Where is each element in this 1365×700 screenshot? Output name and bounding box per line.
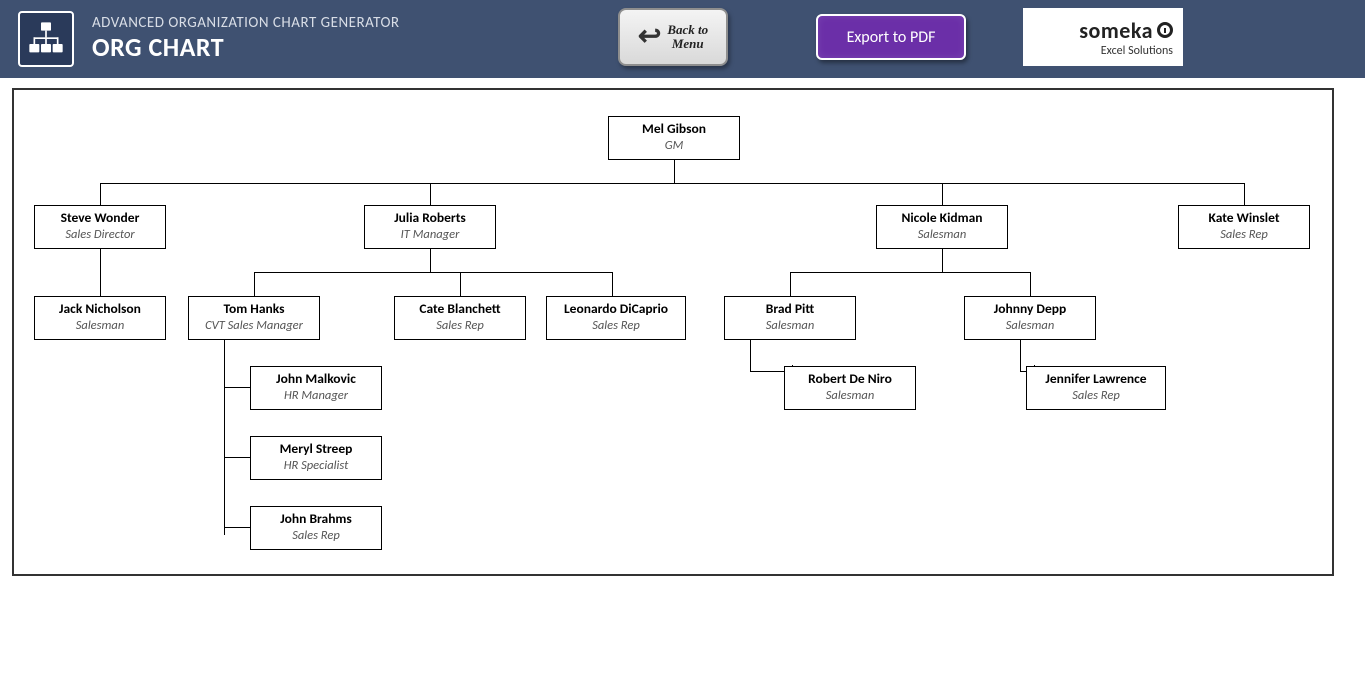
connector-line	[100, 183, 101, 205]
back-button-label: Back toMenu	[667, 23, 708, 50]
node-title: Sales Rep	[553, 318, 679, 333]
org-node[interactable]: Nicole Kidman Salesman	[876, 205, 1008, 249]
org-node[interactable]: Cate Blanchett Sales Rep	[394, 296, 526, 340]
connector-line	[942, 183, 943, 205]
connector-line	[254, 272, 255, 296]
connector-line	[460, 272, 461, 296]
org-node[interactable]: Brad Pitt Salesman	[724, 296, 856, 340]
node-title: Sales Director	[41, 227, 159, 242]
connector-line	[1020, 339, 1021, 371]
connector-line	[612, 272, 613, 296]
node-name: Kate Winslet	[1185, 210, 1303, 227]
org-node[interactable]: Meryl Streep HR Specialist	[250, 436, 382, 480]
node-name: Cate Blanchett	[401, 301, 519, 318]
node-name: Steve Wonder	[41, 210, 159, 227]
connector-line	[430, 183, 431, 205]
org-node[interactable]: Leonardo DiCaprio Sales Rep	[546, 296, 686, 340]
node-title: GM	[615, 138, 733, 153]
node-title: HR Manager	[257, 388, 375, 403]
node-title: HR Specialist	[257, 458, 375, 473]
connector-line	[224, 387, 250, 388]
header-bar: ADVANCED ORGANIZATION CHART GENERATOR OR…	[0, 0, 1365, 78]
node-name: Jennifer Lawrence	[1033, 371, 1159, 388]
export-pdf-button[interactable]: Export to PDF	[816, 14, 966, 60]
export-pdf-label: Export to PDF	[847, 28, 936, 47]
org-node[interactable]: Jennifer Lawrence Sales Rep	[1026, 366, 1166, 410]
node-name: Leonardo DiCaprio	[553, 301, 679, 318]
node-name: Tom Hanks	[195, 301, 313, 318]
node-title: Salesman	[883, 227, 1001, 242]
node-name: John Brahms	[257, 511, 375, 528]
org-node[interactable]: John Brahms Sales Rep	[250, 506, 382, 550]
node-name: Mel Gibson	[615, 121, 733, 138]
node-name: Robert De Niro	[791, 371, 909, 388]
logo-brand: someka	[1079, 17, 1153, 44]
node-title: Sales Rep	[1033, 388, 1159, 403]
logo-mark-icon	[1157, 22, 1173, 38]
connector-line	[750, 339, 751, 371]
back-to-menu-button[interactable]: ↩ Back toMenu	[618, 8, 728, 66]
connector-line	[224, 527, 250, 528]
org-node-root[interactable]: Mel Gibson GM	[608, 116, 740, 160]
connector-line	[1030, 272, 1031, 296]
org-node[interactable]: Tom Hanks CVT Sales Manager	[188, 296, 320, 340]
node-name: John Malkovic	[257, 371, 375, 388]
org-node[interactable]: John Malkovic HR Manager	[250, 366, 382, 410]
connector-line	[790, 272, 791, 296]
connector-line	[254, 272, 612, 273]
someka-logo: someka Excel Solutions	[1023, 8, 1183, 66]
node-name: Meryl Streep	[257, 441, 375, 458]
orgchart-canvas: Mel Gibson GM Steve Wonder Sales Directo…	[12, 88, 1334, 576]
orgchart-icon	[18, 11, 74, 67]
node-title: CVT Sales Manager	[195, 318, 313, 333]
node-name: Julia Roberts	[371, 210, 489, 227]
connector-line	[430, 248, 431, 272]
node-name: Johnny Depp	[971, 301, 1089, 318]
org-node[interactable]: Kate Winslet Sales Rep	[1178, 205, 1310, 249]
node-title: IT Manager	[371, 227, 489, 242]
connector-line	[224, 339, 225, 535]
connector-line	[1244, 183, 1245, 205]
org-node[interactable]: Julia Roberts IT Manager	[364, 205, 496, 249]
connector-line	[674, 158, 675, 183]
node-title: Sales Rep	[257, 528, 375, 543]
node-title: Salesman	[971, 318, 1089, 333]
node-title: Sales Rep	[1185, 227, 1303, 242]
org-node[interactable]: Robert De Niro Salesman	[784, 366, 916, 410]
header-titles: ADVANCED ORGANIZATION CHART GENERATOR OR…	[92, 15, 400, 62]
node-title: Salesman	[41, 318, 159, 333]
org-node[interactable]: Steve Wonder Sales Director	[34, 205, 166, 249]
org-node[interactable]: Johnny Depp Salesman	[964, 296, 1096, 340]
node-title: Sales Rep	[401, 318, 519, 333]
page-title: ORG CHART	[92, 33, 400, 63]
node-name: Jack Nicholson	[41, 301, 159, 318]
org-node[interactable]: Jack Nicholson Salesman	[34, 296, 166, 340]
connector-line	[100, 248, 101, 296]
connector-line	[100, 183, 1244, 184]
connector-line	[942, 248, 943, 272]
node-name: Brad Pitt	[731, 301, 849, 318]
connector-line	[224, 457, 250, 458]
node-title: Salesman	[731, 318, 849, 333]
connector-line	[790, 272, 1030, 273]
logo-tagline: Excel Solutions	[1101, 44, 1173, 58]
node-name: Nicole Kidman	[883, 210, 1001, 227]
node-title: Salesman	[791, 388, 909, 403]
